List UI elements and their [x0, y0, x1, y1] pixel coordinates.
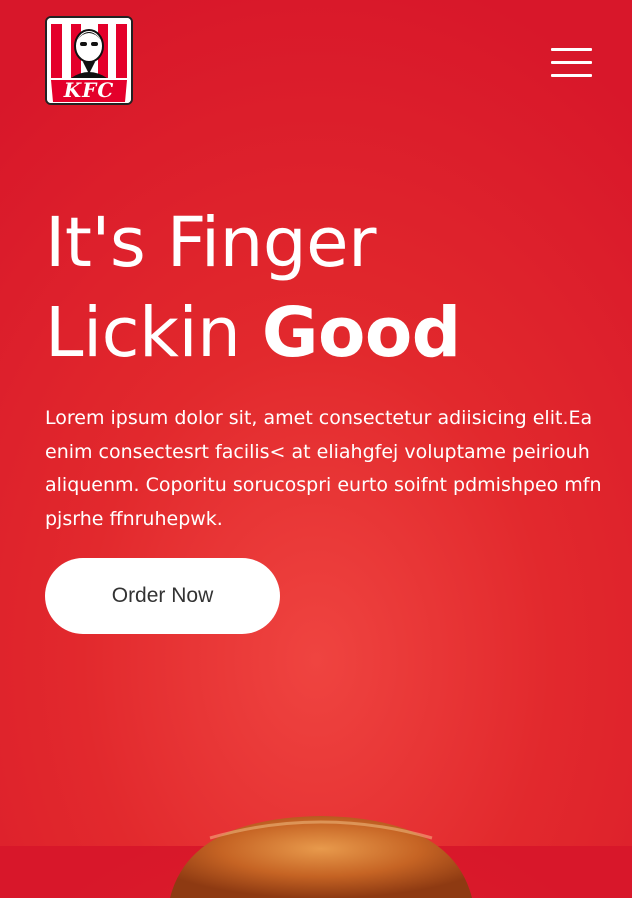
logo-wordmark: KFC: [63, 78, 115, 102]
order-now-button[interactable]: Order Now: [45, 558, 280, 634]
menu-bar-middle: [551, 61, 592, 64]
kfc-logo[interactable]: KFC: [45, 16, 133, 105]
menu-bar-top: [551, 48, 592, 51]
headline-line-2-regular: Lickin: [45, 293, 262, 373]
hero-headline: It's Finger Lickin Good: [45, 198, 461, 378]
burger-bun-image: [170, 816, 472, 898]
hamburger-menu-icon[interactable]: [551, 46, 593, 78]
menu-bar-bottom: [551, 74, 592, 77]
headline-line-1: It's Finger: [45, 203, 376, 283]
hero-description: Lorem ipsum dolor sit, amet consectetur …: [45, 407, 602, 530]
headline-line-2-bold: Good: [261, 293, 461, 373]
